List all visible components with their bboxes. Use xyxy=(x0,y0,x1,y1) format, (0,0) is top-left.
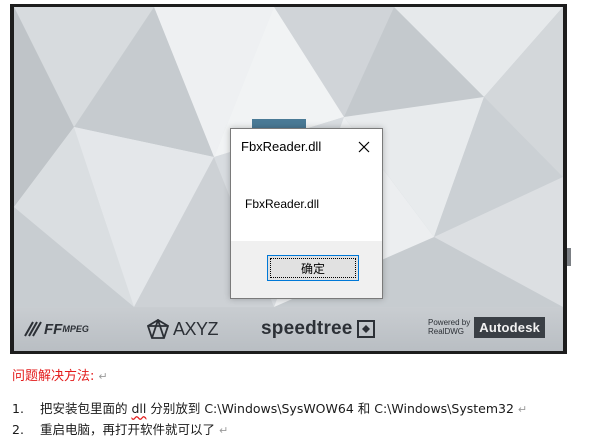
embedded-screenshot: FF MPEG AXYZ speedtree Powered by RealDW… xyxy=(10,4,567,354)
autodesk-logo: Powered by RealDWG Autodesk xyxy=(428,315,546,339)
list-number: 2. xyxy=(12,422,24,437)
step-text: 把安装包里面的 xyxy=(40,401,132,416)
speedtree-text: speedtree xyxy=(261,318,353,339)
solution-heading: 问题解决方法: ↵ xyxy=(12,365,607,384)
dialog-footer: 确定 xyxy=(231,241,382,298)
ok-button[interactable]: 确定 xyxy=(267,255,359,281)
paragraph-mark: ↵ xyxy=(98,370,108,383)
focus-rect xyxy=(270,258,356,278)
paragraph-mark: ↵ xyxy=(517,403,528,416)
autodesk-wordmark: Autodesk xyxy=(474,316,546,338)
axyz-logo: AXYZ xyxy=(147,317,219,341)
speedtree-logo: speedtree xyxy=(261,317,375,341)
error-dialog: FbxReader.dll FbxReader.dll 确定 xyxy=(230,128,383,299)
step-text: 重启电脑，再打开软件就可以了 xyxy=(40,422,216,437)
ffmpeg-text: FF xyxy=(44,320,63,338)
sponsor-logo-bar: FF MPEG AXYZ speedtree Powered by RealDW… xyxy=(14,307,563,351)
axyz-text: AXYZ xyxy=(173,318,219,339)
misspelled-word: dll xyxy=(131,401,147,416)
powered-line-2: RealDWG xyxy=(428,327,465,336)
close-icon xyxy=(358,141,370,153)
steps-list: 1. 把安装包里面的 dll 分别放到 C:\Windows\SysWOW64 和… xyxy=(12,398,527,440)
scroll-marker xyxy=(567,248,571,266)
document-body: 问题解决方法: ↵ 1. 把安装包里面的 dll 分别放到 C:\Windows\S… xyxy=(12,365,607,437)
list-number: 1. xyxy=(12,401,24,416)
powered-by-text: Powered by RealDWG xyxy=(428,318,470,336)
paragraph-mark: ↵ xyxy=(219,424,229,437)
list-item: 1. 把安装包里面的 dll 分别放到 C:\Windows\SysWOW64 和… xyxy=(12,398,527,419)
speedtree-mark-icon xyxy=(356,320,375,338)
ffmpeg-logo: FF MPEG xyxy=(24,317,89,341)
list-item: 2. 重启电脑，再打开软件就可以了 ↵ xyxy=(12,419,527,440)
dialog-title: FbxReader.dll xyxy=(241,139,322,154)
solution-heading-text: 问题解决方法: xyxy=(12,369,95,384)
axyz-mark-icon xyxy=(147,319,169,339)
ffmpeg-small-text: MPEG xyxy=(62,324,89,334)
close-button[interactable] xyxy=(352,135,376,159)
step-text-rest: 分别放到 C:\Windows\SysWOW64 和 C:\Windows\Sy… xyxy=(146,401,514,416)
dialog-titlebar[interactable]: FbxReader.dll xyxy=(231,129,382,165)
ffmpeg-mark-icon xyxy=(24,321,42,337)
powered-line-1: Powered by xyxy=(428,318,471,327)
dialog-message: FbxReader.dll xyxy=(245,197,320,211)
